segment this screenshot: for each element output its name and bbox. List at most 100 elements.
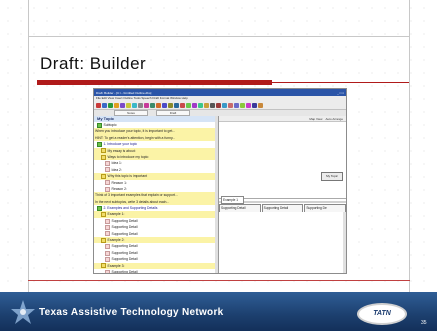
grid-dot — [384, 202, 386, 204]
grid-dot — [358, 111, 360, 113]
toolbar-button-icon[interactable] — [144, 102, 149, 108]
grid-dot — [7, 215, 9, 217]
toolbar-button-icon[interactable] — [162, 102, 167, 108]
supporting-detail-row: Supporting Detail Supporting Detail Supp… — [219, 204, 346, 213]
grid-dot — [137, 85, 139, 87]
grid-dot — [98, 85, 100, 87]
grid-dot — [137, 46, 139, 48]
grid-dot — [267, 46, 269, 48]
grid-dot — [202, 20, 204, 22]
grid-dot — [33, 20, 35, 22]
map-view-label[interactable]: Map View — [309, 117, 322, 121]
map-canvas-lower[interactable] — [219, 212, 346, 273]
grid-dot — [163, 59, 165, 61]
my-topic-node[interactable]: My Topic — [321, 172, 343, 181]
grid-dot — [202, 59, 204, 61]
grid-dot — [20, 33, 22, 35]
toolbar-button-icon[interactable] — [186, 102, 191, 108]
footer-org-name: Texas Assistive Technology Network — [39, 307, 224, 318]
grid-dot — [202, 72, 204, 74]
grid-dot — [176, 33, 178, 35]
grid-dot — [384, 59, 386, 61]
auto-arrange-label[interactable]: Auto Arrange — [325, 117, 343, 121]
grid-dot — [72, 215, 74, 217]
grid-dot — [410, 189, 412, 191]
grid-dot — [267, 7, 269, 9]
grid-dot — [423, 137, 425, 139]
toolbar-button-icon[interactable] — [180, 102, 185, 108]
map-scrollbar[interactable] — [343, 212, 346, 273]
toolbar-button-icon[interactable] — [258, 102, 263, 108]
toolbar-button-icon[interactable] — [120, 102, 125, 108]
grid-dot — [306, 85, 308, 87]
toolbar-button-icon[interactable] — [228, 102, 233, 108]
toolbar-button-icon[interactable] — [192, 102, 197, 108]
toolbar-button-icon[interactable] — [198, 102, 203, 108]
grid-dot — [7, 137, 9, 139]
toolbar-button-icon[interactable] — [252, 102, 257, 108]
grid-dot — [371, 72, 373, 74]
grid-dot — [254, 59, 256, 61]
toolbar-button-icon[interactable] — [234, 102, 239, 108]
grid-dot — [332, 85, 334, 87]
grid-dot — [46, 85, 48, 87]
grid-dot — [423, 254, 425, 256]
toolbar-button-icon[interactable] — [216, 102, 221, 108]
toolbar-button-icon[interactable] — [150, 102, 155, 108]
grid-dot — [228, 85, 230, 87]
grid-dot — [59, 7, 61, 9]
toolbar-button-icon[interactable] — [126, 102, 131, 108]
left-rule — [28, 0, 29, 292]
grid-dot — [397, 215, 399, 217]
grid-dot — [319, 59, 321, 61]
toolbar-button-icon[interactable] — [246, 102, 251, 108]
toolbar-button-icon[interactable] — [96, 102, 101, 108]
grid-dot — [7, 59, 9, 61]
grid-dot — [358, 124, 360, 126]
outline-node-icon — [105, 186, 110, 192]
grid-dot — [72, 254, 74, 256]
grid-dot — [33, 202, 35, 204]
grid-dot — [254, 33, 256, 35]
toolbar-button-icon[interactable] — [222, 102, 227, 108]
toolbar-button-icon[interactable] — [138, 102, 143, 108]
toolbar-button-icon[interactable] — [240, 102, 245, 108]
grid-dot — [423, 215, 425, 217]
grid-dot — [267, 72, 269, 74]
grid-dot — [72, 150, 74, 152]
grid-dot — [345, 20, 347, 22]
outline-item-label: Supporting Detail — [111, 269, 138, 274]
toolbar-button-icon[interactable] — [204, 102, 209, 108]
outline-node-icon — [101, 154, 106, 160]
toolbar-button-icon[interactable] — [156, 102, 161, 108]
grid-dot — [358, 202, 360, 204]
grid-dot — [72, 111, 74, 113]
grid-dot — [33, 98, 35, 100]
toolbar-button-icon[interactable] — [174, 102, 179, 108]
outline-item[interactable]: Supporting Detail — [94, 269, 218, 274]
toolbar-button-icon[interactable] — [114, 102, 119, 108]
app-screenshot: Draft: Builder - [C:\...\Untitled Outlin… — [93, 88, 347, 274]
grid-dot — [176, 20, 178, 22]
outline-scrollbar[interactable] — [215, 116, 218, 273]
grid-dot — [397, 241, 399, 243]
toolbar-button-icon[interactable] — [108, 102, 113, 108]
window-controls[interactable]: _ □ × — [337, 91, 344, 95]
grid-dot — [410, 46, 412, 48]
toolbar-button-icon[interactable] — [132, 102, 137, 108]
grid-dot — [384, 176, 386, 178]
grid-dot — [72, 124, 74, 126]
grid-dot — [306, 20, 308, 22]
toolbar-button-icon[interactable] — [168, 102, 173, 108]
example-node[interactable]: Example 1 — [221, 196, 244, 204]
toolbar-button-icon[interactable] — [102, 102, 107, 108]
grid-dot — [85, 215, 87, 217]
grid-dot — [150, 20, 152, 22]
toolbar-button-icon[interactable] — [210, 102, 215, 108]
map-canvas[interactable] — [219, 122, 346, 199]
map-pane: Map View Auto Arrange My Topic Example 1… — [219, 116, 346, 273]
grid-dot — [163, 72, 165, 74]
grid-dot — [85, 137, 87, 139]
grid-dot — [33, 267, 35, 269]
grid-dot — [176, 59, 178, 61]
